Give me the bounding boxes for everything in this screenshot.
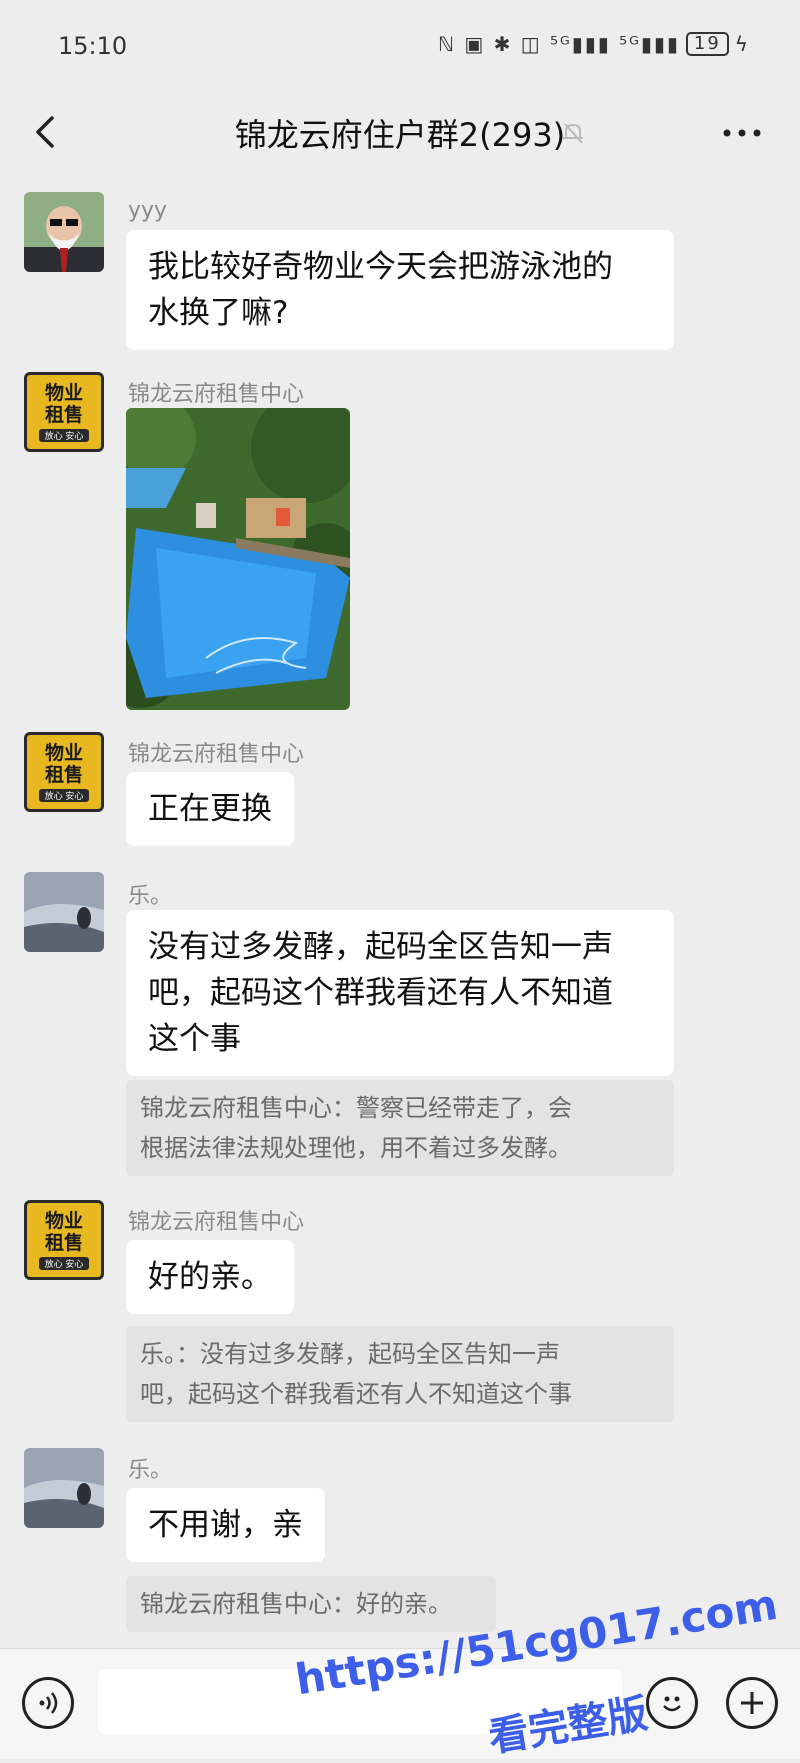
message-bubble[interactable]: 我比较好奇物业今天会把游泳池的 水换了嘛? — [126, 230, 674, 350]
quote-line: 锦龙云府租售中心：警察已经带走了，会 — [140, 1094, 572, 1122]
more-actions-button[interactable] — [726, 1677, 778, 1729]
more-options-icon[interactable] — [722, 128, 762, 138]
plus-icon — [741, 1692, 763, 1714]
avatar-wuye[interactable]: 物业 租售 放心 安心 — [24, 372, 104, 452]
message-bubble[interactable]: 好的亲。 — [126, 1240, 294, 1314]
avatar-text: 物业 — [44, 1210, 83, 1232]
sender-name: 锦龙云府租售中心 — [128, 382, 305, 407]
emoji-icon — [663, 1696, 681, 1712]
quoted-message[interactable]: 乐。：没有过多发酵，起码全区告知一声 吧，起码这个群我看还有人不知道这个事 — [126, 1326, 674, 1422]
avatar-le[interactable] — [24, 872, 104, 952]
message-bubble[interactable]: 不用谢，亲 — [126, 1488, 325, 1562]
avatar-text: 物业 — [44, 382, 83, 404]
status-bar: 15:10 ℕ ▣ ✱ ◫ ⁵ᴳ▮▮▮ ⁵ᴳ▮▮▮ 19 ϟ — [0, 0, 800, 92]
battery-icon: 19 — [685, 32, 729, 56]
avatar-subtext: 放心 安心 — [38, 789, 90, 802]
chat-title: 锦龙云府住户群2(293) — [234, 116, 566, 154]
sender-name: yyy — [128, 198, 168, 223]
sender-name: 锦龙云府租售中心 — [128, 742, 305, 767]
message-line: 水换了嘛? — [148, 295, 289, 331]
avatar-text: 物业 — [44, 742, 83, 764]
message-line: 吧，起码这个群我看还有人不知道 — [148, 975, 613, 1011]
avatar-yyy[interactable] — [24, 192, 104, 272]
message-line: 好的亲。 — [148, 1259, 272, 1295]
emoji-button[interactable] — [646, 1677, 698, 1729]
avatar-text: 租售 — [44, 404, 83, 426]
avatar-le[interactable] — [24, 1448, 104, 1528]
pool-image — [126, 408, 350, 710]
message-bubble[interactable]: 没有过多发酵，起码全区告知一声 吧，起码这个群我看还有人不知道 这个事 — [126, 910, 674, 1076]
landscape-icon — [24, 872, 104, 952]
avatar-subtext: 放心 安心 — [38, 1257, 90, 1270]
quote-line: 吧，起码这个群我看还有人不知道这个事 — [140, 1380, 572, 1408]
voice-input-button[interactable] — [22, 1677, 74, 1729]
message-line: 这个事 — [148, 1021, 241, 1057]
nav-bar: 锦龙云府住户群2(293) — [0, 92, 800, 172]
voice-icon — [39, 1692, 58, 1714]
message-line: 不用谢，亲 — [148, 1507, 303, 1543]
old-man-icon — [24, 192, 104, 272]
swimming-pool-photo[interactable] — [126, 408, 350, 710]
landscape-icon — [24, 1448, 104, 1528]
avatar-subtext: 放心 安心 — [38, 429, 90, 442]
avatar-text: 租售 — [44, 1232, 83, 1254]
status-icons: ℕ ▣ ✱ ◫ ⁵ᴳ▮▮▮ ⁵ᴳ▮▮▮ 19 ϟ — [438, 32, 750, 56]
charging-icon: ϟ — [734, 32, 750, 56]
signal-icons: ℕ ▣ ✱ ◫ ⁵ᴳ▮▮▮ ⁵ᴳ▮▮▮ — [437, 32, 680, 56]
quote-line: 锦龙云府租售中心：好的亲。 — [140, 1590, 452, 1618]
quote-line: 根据法律法规处理他，用不着过多发酵。 — [140, 1134, 572, 1162]
message-line: 正在更换 — [148, 791, 272, 827]
quoted-message[interactable]: 锦龙云府租售中心：好的亲。 — [126, 1576, 496, 1632]
message-line: 没有过多发酵，起码全区告知一声 — [148, 929, 613, 965]
status-time: 15:10 — [58, 32, 128, 60]
avatar-wuye[interactable]: 物业 租售 放心 安心 — [24, 1200, 104, 1280]
quote-line: 乐。：没有过多发酵，起码全区告知一声 — [140, 1340, 560, 1368]
avatar-wuye[interactable]: 物业 租售 放心 安心 — [24, 732, 104, 812]
mute-bell-icon — [563, 123, 583, 144]
sender-name: 锦龙云府租售中心 — [128, 1210, 305, 1235]
message-bubble[interactable]: 正在更换 — [126, 772, 294, 846]
message-line: 我比较好奇物业今天会把游泳池的 — [148, 249, 613, 285]
sender-name: 乐。 — [128, 884, 173, 909]
avatar-text: 租售 — [44, 764, 83, 786]
quoted-message[interactable]: 锦龙云府租售中心：警察已经带走了，会 根据法律法规处理他，用不着过多发酵。 — [126, 1080, 674, 1176]
sender-name: 乐。 — [128, 1458, 173, 1483]
